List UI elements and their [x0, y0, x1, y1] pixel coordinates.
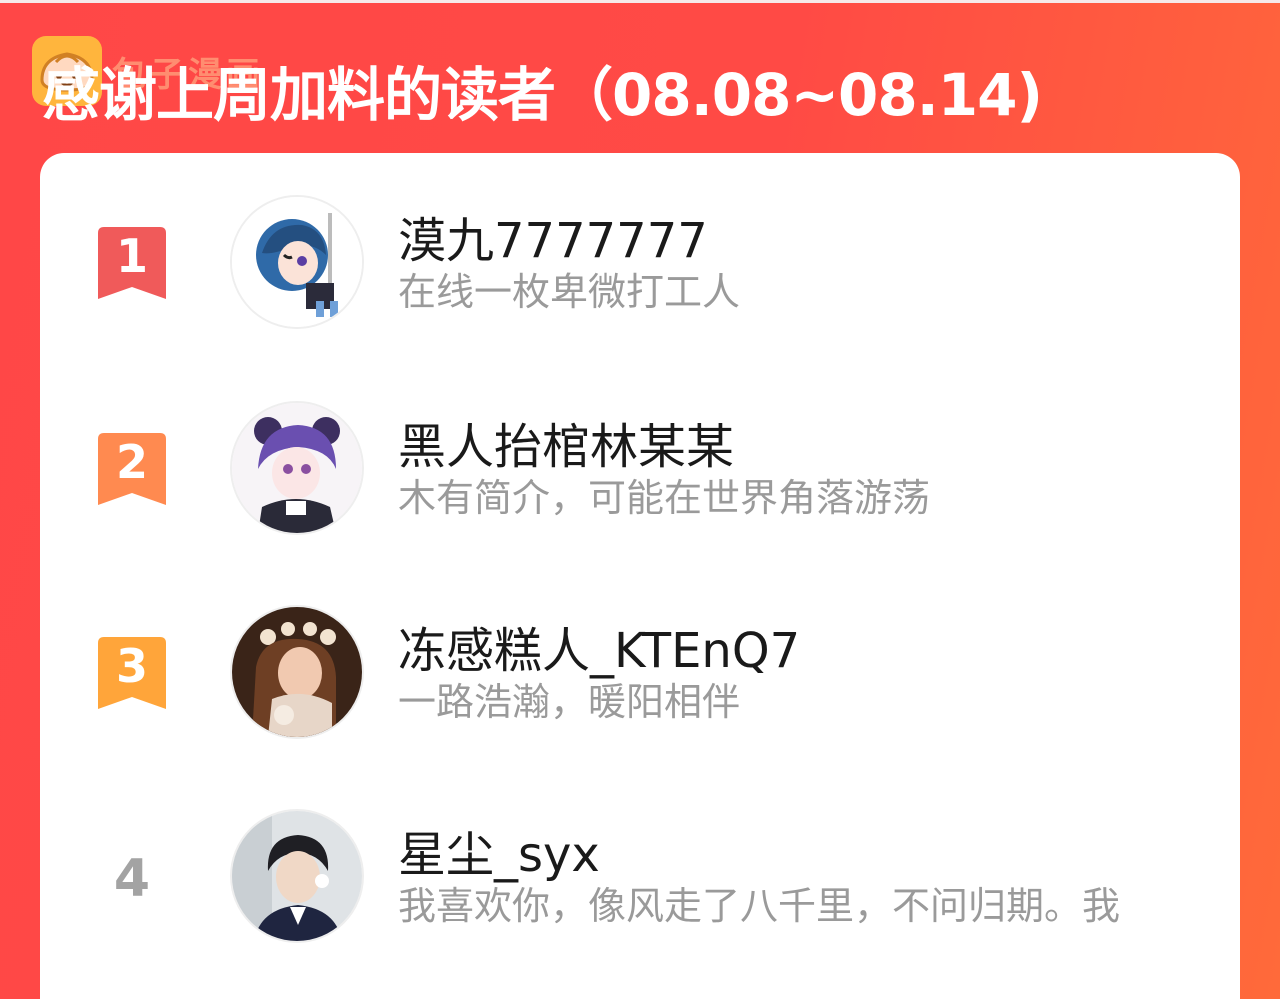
leaderboard-row-4[interactable]: 4 星尘_syx 我喜欢你，像风走了八千里，不问归期。我 [40, 809, 1240, 949]
top-edge [0, 0, 1280, 3]
rank-ribbon-icon: 3 [98, 637, 166, 709]
rank-ribbon-icon: 1 [98, 227, 166, 299]
leaderboard-row-2[interactable]: 2 黑人抬棺林某某 木有简介，可能在世界角落游荡 [40, 401, 1240, 541]
rank-number: 1 [115, 229, 148, 283]
user-avatar[interactable] [230, 605, 364, 739]
user-bio: 在线一枚卑微打工人 [398, 270, 741, 314]
rank-number: 4 [113, 849, 151, 909]
leaderboard-row-3[interactable]: 3 冻感糕人_KTEnQ7 一路浩瀚，暖阳相伴 [40, 605, 1240, 745]
user-bio: 我喜欢你，像风走了八千里，不问归期。我 [398, 884, 1121, 928]
user-avatar[interactable] [230, 809, 364, 943]
user-bio: 一路浩瀚，暖阳相伴 [398, 680, 741, 724]
user-avatar[interactable] [230, 195, 364, 329]
user-avatar[interactable] [230, 401, 364, 535]
rank-ribbon-icon: 2 [98, 433, 166, 505]
rank-number: 2 [115, 435, 148, 489]
rank-number: 3 [115, 639, 148, 693]
page: 包子漫画 感谢上周加料的读者（08.08~08.14) 1 漠九7777777 … [0, 0, 1280, 999]
user-bio: 木有简介，可能在世界角落游荡 [398, 476, 931, 520]
leaderboard-card: 1 漠九7777777 在线一枚卑微打工人 2 黑人抬棺林某某 木有简介，可能在… [40, 153, 1240, 999]
page-title: 感谢上周加料的读者（08.08~08.14) [42, 61, 1043, 129]
leaderboard-row-1[interactable]: 1 漠九7777777 在线一枚卑微打工人 [40, 195, 1240, 335]
